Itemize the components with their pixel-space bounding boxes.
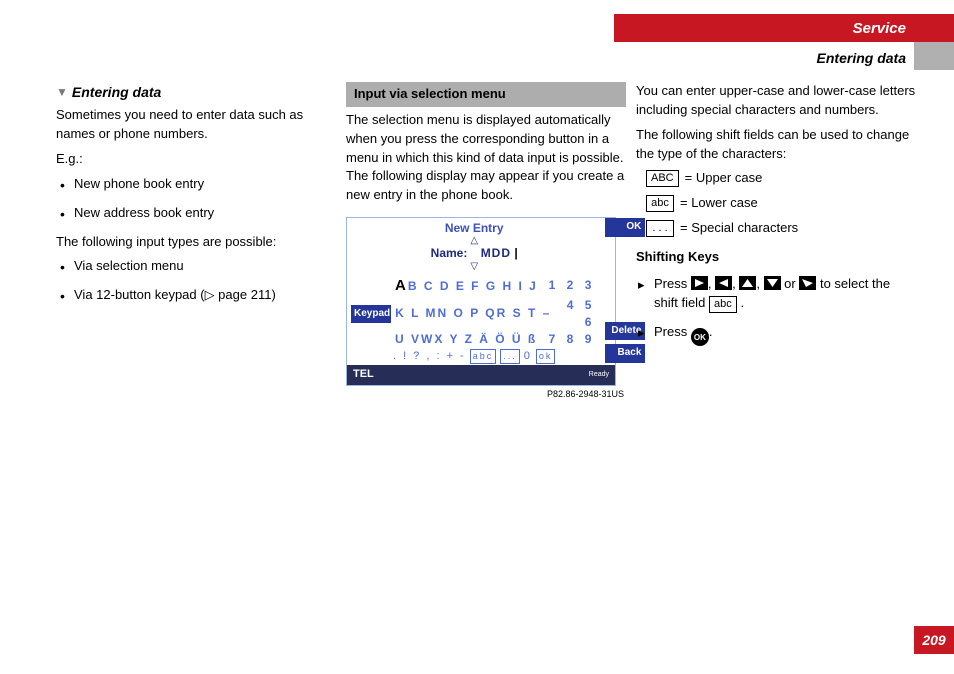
- shift-field-key: abc: [709, 296, 737, 313]
- shift-abc-box: abc: [470, 349, 497, 364]
- shift-dots-box: ...: [500, 349, 520, 364]
- types-list: Via selection menu Via 12-button keypad …: [56, 257, 336, 305]
- col3-intro2: The following shift fields can be used t…: [636, 126, 916, 164]
- list-item: Via 12-button keypad (▷ page 211): [56, 286, 336, 305]
- fig-footer: TEL Ready: [347, 365, 615, 385]
- arrow-down-icon: [764, 276, 781, 290]
- down-triangle-icon: ▽: [347, 263, 601, 271]
- shift-special-row: . . . = Special characters: [646, 219, 916, 238]
- service-label: Service: [853, 20, 906, 37]
- cursor-icon: |: [514, 246, 517, 260]
- page-subhead: Entering data: [817, 50, 906, 66]
- section-heading: ▼Entering data: [56, 82, 336, 102]
- intro-text: Sometimes you need to enter data such as…: [56, 106, 336, 144]
- arrow-left-icon: [715, 276, 732, 290]
- ok-box: ok: [536, 349, 556, 364]
- upper-case-key: ABC: [646, 170, 679, 187]
- keypad-button: Keypad: [351, 305, 391, 324]
- col3-intro1: You can enter upper-case and lower-case …: [636, 82, 916, 120]
- fig-name-label: Name:: [431, 246, 468, 260]
- shift-upper-row: ABC = Upper case: [646, 169, 916, 188]
- section-heading-text: Entering data: [72, 84, 161, 100]
- column-1: ▼Entering data Sometimes you need to ent…: [56, 82, 336, 315]
- step-list: Press , , , or to select the shift field…: [636, 275, 916, 347]
- fig-tel: TEL: [353, 367, 374, 383]
- step-2: Press OK.: [636, 323, 916, 347]
- figure-id: P82.86-2948-31US: [346, 388, 626, 401]
- comand-screenshot: New Entry △ Name: MDD | ▽ AB C D E F G H…: [346, 217, 616, 386]
- page-number: 209: [914, 626, 954, 654]
- types-intro: The following input types are possible:: [56, 233, 336, 252]
- special-key: . . .: [646, 220, 674, 237]
- fig-ready: Ready: [589, 370, 609, 380]
- lower-case-key: abc: [646, 195, 674, 212]
- fig-letter-grid: AB C D E F G H I J 1 2 3 Keypad K L MN O…: [351, 275, 597, 365]
- shift-lower-row: abc = Lower case: [646, 194, 916, 213]
- list-item: New phone book entry: [56, 175, 336, 194]
- special-desc: = Special characters: [680, 219, 798, 238]
- thumb-tab: [914, 42, 954, 70]
- step-1: Press , , , or to select the shift field…: [636, 275, 916, 313]
- shifting-keys-heading: Shifting Keys: [636, 248, 916, 267]
- fig-name-value: MDD: [481, 246, 511, 260]
- eg-label: E.g.:: [56, 150, 336, 169]
- column-2: Input via selection menu The selection m…: [346, 82, 626, 401]
- column-3: You can enter upper-case and lower-case …: [636, 82, 916, 356]
- upper-case-desc: = Upper case: [685, 169, 763, 188]
- subsection-panel: Input via selection menu: [346, 82, 626, 107]
- lower-case-desc: = Lower case: [680, 194, 758, 213]
- example-list: New phone book entry New address book en…: [56, 175, 336, 223]
- arrow-diag-icon: [799, 276, 816, 290]
- subsection-para: The selection menu is displayed automati…: [346, 111, 626, 205]
- selected-letter: A: [395, 277, 408, 294]
- up-triangle-icon: △: [347, 237, 601, 245]
- arrow-up-icon: [739, 276, 756, 290]
- triangle-down-icon: ▼: [56, 84, 68, 101]
- list-item: Via selection menu: [56, 257, 336, 276]
- arrow-right-icon: [691, 276, 708, 290]
- list-item: New address book entry: [56, 204, 336, 223]
- ok-round-icon: OK: [691, 328, 709, 346]
